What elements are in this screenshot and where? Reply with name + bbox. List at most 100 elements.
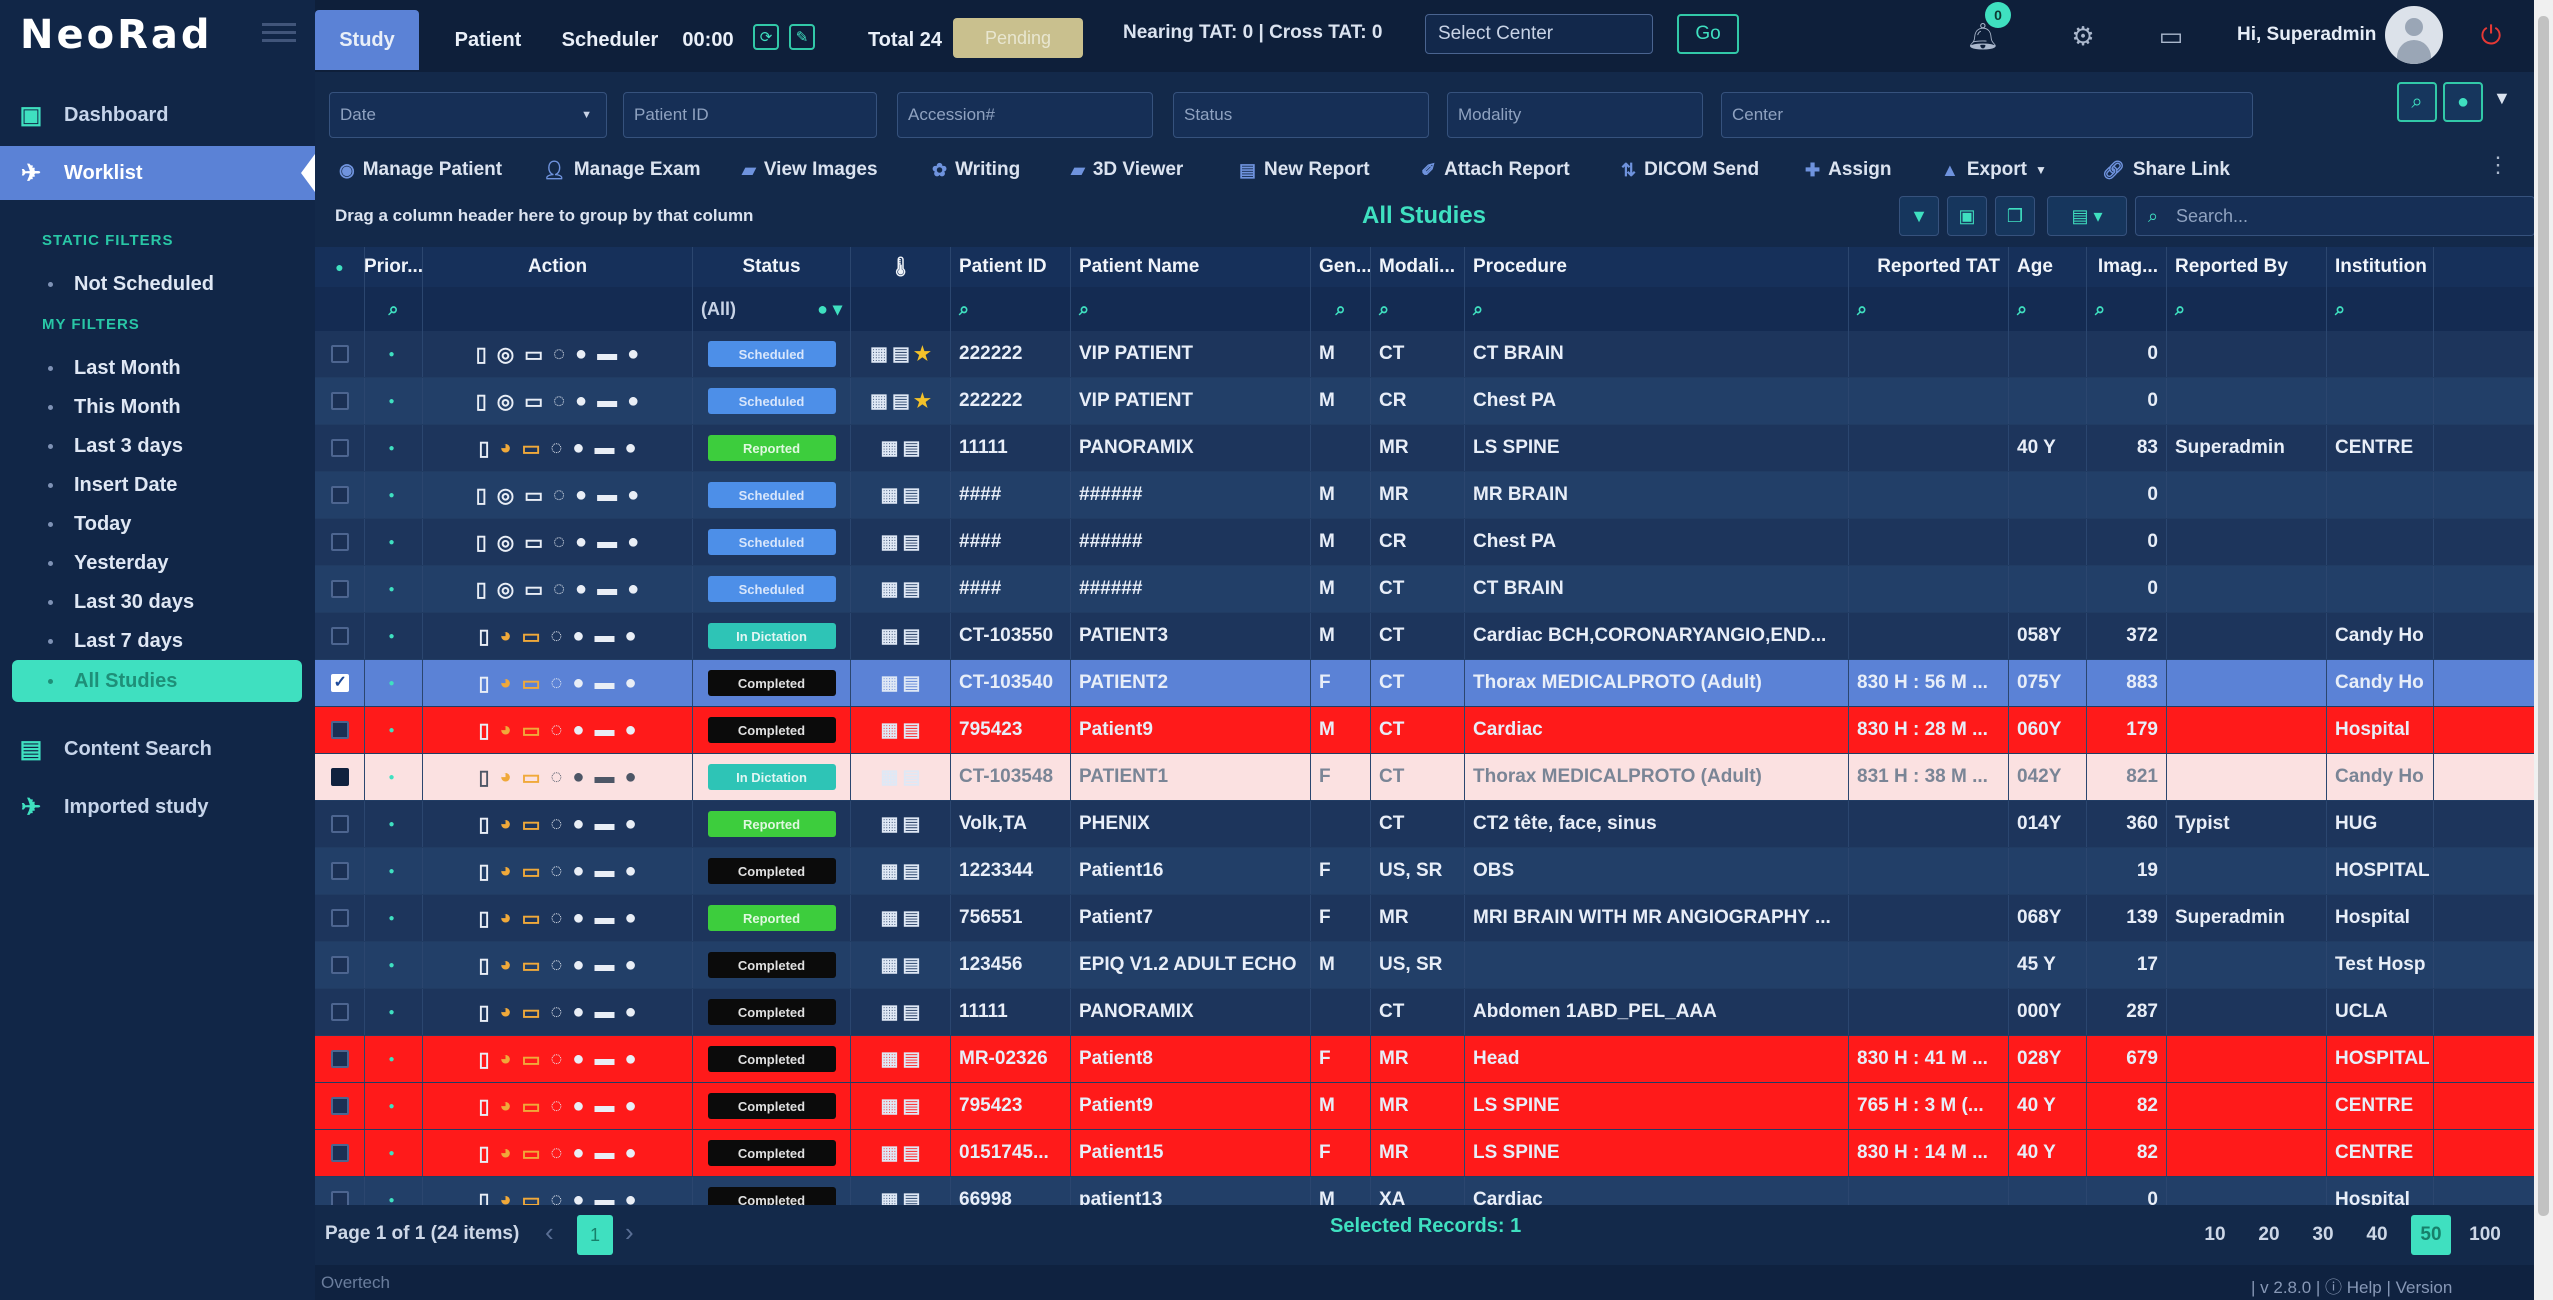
report-doc-icon[interactable]: ▤ (903, 672, 921, 695)
monitor-icon[interactable]: ▭ (522, 765, 541, 790)
chat-icon[interactable]: ● (624, 907, 636, 930)
monitor-icon[interactable]: ▭ (522, 718, 541, 743)
search-icon[interactable]: ⌕ (951, 287, 1071, 331)
priority-cell[interactable]: ● (365, 989, 423, 1035)
search-icon[interactable]: ⌕ (365, 287, 423, 331)
person-icon[interactable]: ● (572, 766, 584, 789)
eye-icon[interactable]: ◕ (499, 813, 511, 836)
chat-icon[interactable]: ● (624, 719, 636, 742)
row-checkbox[interactable] (315, 331, 365, 377)
lock-icon[interactable]: ◌ (550, 625, 562, 648)
lock-icon[interactable]: ◌ (550, 813, 562, 836)
folder-icon[interactable]: ▬ (594, 437, 614, 460)
folder-icon[interactable]: ▬ (594, 954, 614, 977)
folder-icon[interactable]: ▬ (597, 484, 617, 507)
report-doc-icon[interactable]: ▤ (892, 343, 910, 366)
document-icon[interactable]: ▯ (478, 1000, 489, 1025)
search-icon[interactable]: ⌕ (1311, 287, 1371, 331)
row-checkbox[interactable] (315, 801, 365, 847)
chat-icon[interactable]: ● (624, 1095, 636, 1118)
folder-icon[interactable]: ▬ (594, 625, 614, 648)
monitor-icon[interactable]: ▭ (524, 483, 543, 508)
status-filter-select[interactable]: (All) ● ▾ (693, 287, 851, 331)
filter-this-month[interactable]: This Month (46, 391, 306, 423)
col-gender[interactable]: Gen... (1311, 247, 1371, 287)
status-badge[interactable]: Completed (707, 1093, 836, 1119)
report-doc-icon[interactable]: ▤ (903, 813, 921, 836)
eye-icon[interactable]: ◕ (499, 954, 511, 977)
image-icon[interactable]: ▦ (881, 1189, 899, 1206)
image-icon[interactable]: ▦ (881, 437, 899, 460)
image-icon[interactable]: ▦ (870, 390, 888, 413)
table-row[interactable]: ● ▯ ◕ ▭ ◌ ● ▬ ● Completed ▦ ▤ 1223344 Patient16 F US, … (315, 848, 2534, 895)
lock-icon[interactable]: ◌ (550, 719, 562, 742)
chat-icon[interactable]: ● (624, 1001, 636, 1024)
eye-icon[interactable]: ◕ (499, 1001, 511, 1024)
status-badge[interactable]: Scheduled (707, 482, 836, 508)
report-doc-icon[interactable]: ▤ (903, 1095, 921, 1118)
image-icon[interactable]: ▦ (870, 343, 888, 366)
more-menu-icon[interactable]: ⋮ (2487, 152, 2509, 178)
col-reported-by[interactable]: Reported By (2167, 247, 2327, 287)
folder-icon[interactable]: ▬ (594, 813, 614, 836)
power-logout-icon[interactable]: ⏻ (2473, 18, 2509, 54)
eye-icon[interactable]: ◎ (497, 389, 514, 414)
lock-icon[interactable]: ◌ (550, 1001, 562, 1024)
status-badge[interactable]: Completed (707, 952, 836, 978)
star-icon[interactable]: ★ (914, 390, 931, 413)
row-checkbox[interactable] (315, 613, 365, 659)
search-icon[interactable]: ⌕ (1849, 287, 2009, 331)
3d-viewer-button[interactable]: ▰ 3D Viewer (1071, 154, 1183, 186)
table-row[interactable]: ●▯◕▭◌●▬●Completed▦▤CT-103540PATIENT2FCTT… (315, 660, 2534, 707)
table-row[interactable]: ● ▯ ◕ ▭ ◌ ● ▬ ● Completed ▦ ▤ 795423 Patient9 M MR LS S… (315, 1083, 2534, 1130)
col-reported-tat[interactable]: Reported TAT (1849, 247, 2009, 287)
document-icon[interactable]: ▯ (478, 859, 489, 884)
table-row[interactable]: ● ▯ ◕ ▭ ◌ ● ▬ ● Completed ▦ ▤ 11111 PANORAMIX CT Abdom… (315, 989, 2534, 1036)
person-icon[interactable]: ● (572, 954, 584, 977)
col-status[interactable]: Status (693, 247, 851, 287)
status-badge[interactable]: In Dictation (707, 623, 836, 649)
folder-icon[interactable]: ▬ (594, 1095, 614, 1118)
person-icon[interactable]: ● (575, 531, 587, 554)
status-filter[interactable]: Status (1173, 92, 1429, 138)
report-doc-icon[interactable]: ▤ (903, 1048, 921, 1071)
folder-icon[interactable]: ▬ (597, 531, 617, 554)
col-images[interactable]: Imag... (2087, 247, 2167, 287)
folder-icon[interactable]: ▬ (594, 719, 614, 742)
eye-icon[interactable]: ◕ (499, 672, 511, 695)
table-row[interactable]: ● ▯ ◕ ▭ ◌ ● ▬ ● In Dictation ▦ ▤ CT-103550 PATIENT3 M… (315, 613, 2534, 660)
image-icon[interactable]: ▦ (881, 1001, 899, 1024)
table-row[interactable]: ● ▯ ◕ ▭ ◌ ● ▬ ● Reported ▦ ▤ 756551 Patient7 F MR MRI B… (315, 895, 2534, 942)
image-icon[interactable]: ▦ (881, 484, 899, 507)
folder-icon[interactable]: ▬ (594, 1142, 614, 1165)
table-row[interactable]: ● ▯ ◎ ▭ ◌ ● ▬ ● Scheduled ▦ ▤ #### ###### M CT CT BRAIN… (315, 566, 2534, 613)
row-checkbox[interactable] (315, 472, 365, 518)
folder-icon[interactable]: ▬ (597, 390, 617, 413)
page-scrollbar[interactable] (2534, 0, 2553, 1300)
image-icon[interactable]: ▦ (881, 1048, 899, 1071)
lock-icon[interactable]: ◌ (550, 766, 562, 789)
priority-cell[interactable]: ● (365, 1083, 423, 1129)
monitor-icon[interactable]: ▭ (522, 906, 541, 931)
avatar[interactable] (2385, 6, 2443, 64)
menu-collapse-icon[interactable] (262, 18, 296, 48)
edit-icon[interactable]: ✎ (789, 24, 815, 50)
expand-dot-icon[interactable]: ● (388, 819, 394, 830)
expand-dot-icon[interactable]: ● (388, 913, 394, 924)
person-icon[interactable]: ● (572, 437, 584, 460)
page-size-20[interactable]: 20 (2249, 1215, 2289, 1255)
share-link-button[interactable]: 🔗︎ Share Link (2102, 154, 2230, 186)
priority-cell[interactable]: ● (365, 472, 423, 518)
sidebar-item-worklist[interactable]: ✈ Worklist (0, 146, 315, 200)
table-row[interactable]: ● ▯ ◎ ▭ ◌ ● ▬ ● Scheduled ▦ ▤ ★ 222222 VIP PATIENT M CR… (315, 378, 2534, 425)
row-checkbox[interactable] (315, 754, 365, 800)
sidebar-item-content-search[interactable]: ▤ Content Search (0, 722, 315, 776)
view-images-button[interactable]: ▰ View Images (742, 154, 878, 186)
table-row[interactable]: ● ▯ ◎ ▭ ◌ ● ▬ ● Scheduled ▦ ▤ ★ 222222 VIP PATIENT M CT… (315, 331, 2534, 378)
center-select[interactable]: Select Center (1425, 14, 1653, 54)
folder-icon[interactable]: ▬ (594, 766, 614, 789)
lock-icon[interactable]: ◌ (550, 1189, 562, 1206)
priority-cell[interactable]: ● (365, 848, 423, 894)
image-icon[interactable]: ▦ (881, 766, 899, 789)
tab-patient[interactable]: Patient (433, 10, 543, 70)
